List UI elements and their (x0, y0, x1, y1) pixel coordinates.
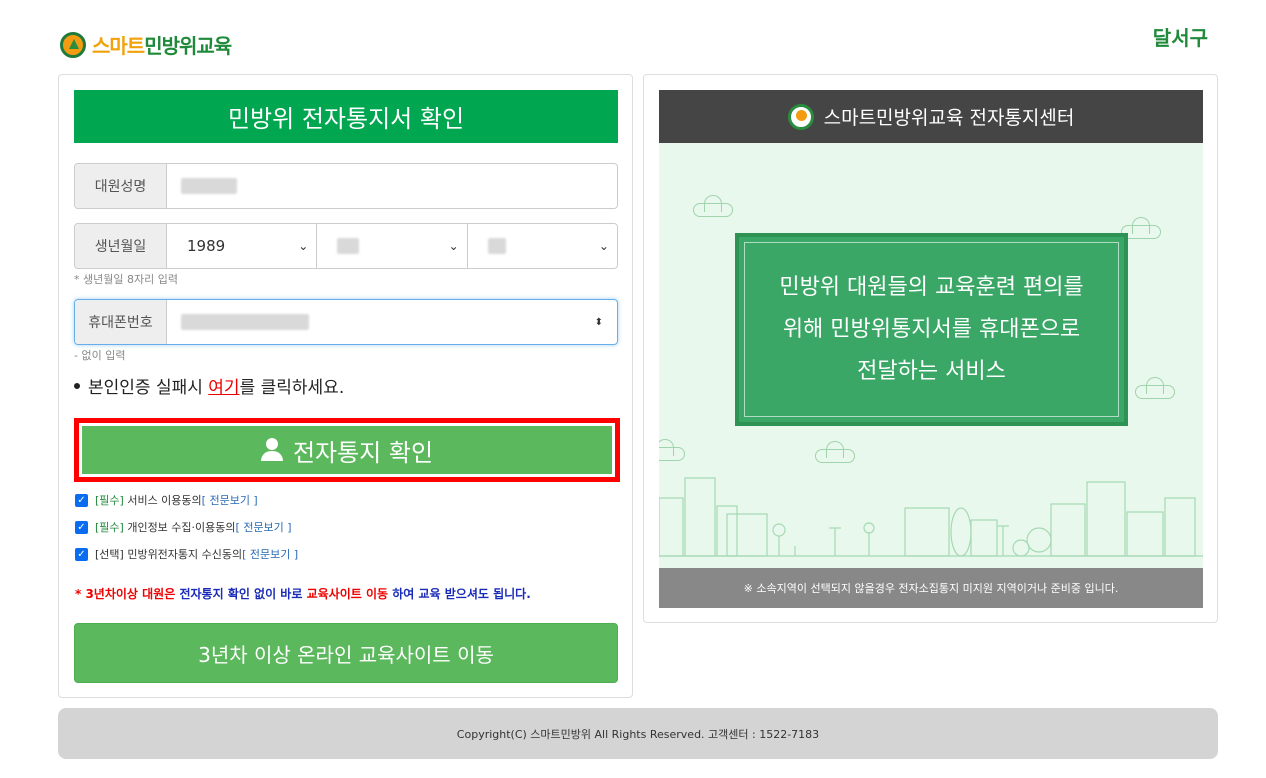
consent-privacy[interactable]: ✓ [필수] 개인정보 수집·이용동의[ 전문보기 ] (75, 519, 292, 535)
birth-year-value: 1989 (187, 237, 226, 255)
info-header: 스마트민방위교육 전자통지센터 (659, 90, 1203, 143)
logo-text: 스마트민방위교육 (92, 34, 232, 58)
view-terms-link[interactable]: [ 전문보기 ] (202, 494, 258, 507)
chevron-down-icon: ⌄ (448, 239, 459, 253)
consent-service[interactable]: ✓ [필수] 서비스 이용동의[ 전문보기 ] (75, 492, 258, 508)
online-education-button[interactable]: 3년차 이상 온라인 교육사이트 이동 (74, 623, 618, 683)
chevron-down-icon: ⌄ (598, 239, 609, 253)
info-panel: 스마트민방위교육 전자통지센터 민방위 대원들의 교육훈련 편의를 위해 민방위… (643, 74, 1218, 623)
region-notice: ※ 소속지역이 선택되지 않을경우 전자소집통지 미지원 지역이거나 준비중 입… (659, 568, 1203, 608)
phone-input[interactable]: ⬍ (167, 300, 617, 344)
birth-row: 생년월일 1989 ⌄ ⌄ ⌄ (74, 223, 618, 269)
name-row: 대원성명 (74, 163, 618, 209)
third-year-notice: * 3년차이상 대원은 전자통지 확인 없이 바로 교육사이트 이동 하여 교육… (75, 587, 531, 601)
cloud-icon (815, 441, 855, 463)
checkbox-checked-icon[interactable]: ✓ (75, 520, 88, 534)
district-name: 달서구 (1152, 26, 1208, 50)
birth-month-select[interactable]: ⌄ (317, 224, 468, 268)
view-terms-link[interactable]: [ 전문보기 ] (236, 521, 292, 534)
birth-day-select[interactable]: ⌄ (468, 224, 617, 268)
birth-label: 생년월일 (75, 224, 167, 268)
phone-label: 휴대폰번호 (75, 300, 167, 344)
civil-defense-logo-icon (787, 103, 814, 130)
service-illustration: 민방위 대원들의 교육훈련 편의를 위해 민방위통지서를 휴대폰으로 전달하는 … (659, 143, 1203, 568)
bullet-icon (74, 382, 80, 389)
masked-month (337, 238, 360, 254)
page-footer: Copyright(C) 스마트민방위 All Rights Reserved.… (58, 708, 1218, 759)
civil-defense-logo-icon (60, 31, 86, 58)
confirm-button-highlight: 전자통지 확인 (74, 418, 620, 482)
masked-day (487, 238, 506, 254)
service-description: 민방위 대원들의 교육훈련 편의를 위해 민방위통지서를 휴대폰으로 전달하는 … (744, 242, 1119, 417)
birth-year-select[interactable]: 1989 ⌄ (167, 224, 318, 268)
birth-hint: * 생년월일 8자리 입력 (74, 273, 178, 286)
auth-failure-note: 본인인증 실패시 여기를 클릭하세요. (74, 373, 344, 398)
masked-phone (181, 314, 309, 330)
notice-check-panel: 민방위 전자통지서 확인 대원성명 생년월일 1989 ⌄ ⌄ ⌄ * 생년월일 … (58, 74, 633, 698)
consent-notification[interactable]: ✓ [선택] 민방위전자통지 수신동의[ 전문보기 ] (75, 546, 298, 562)
phone-row: 휴대폰번호 ⬍ (74, 299, 618, 345)
name-label: 대원성명 (75, 164, 167, 208)
cloud-icon (1135, 377, 1175, 399)
service-description-box: 민방위 대원들의 교육훈련 편의를 위해 민방위통지서를 휴대폰으로 전달하는 … (735, 233, 1128, 426)
phone-hint: - 없이 입력 (74, 349, 126, 362)
cloud-icon (693, 195, 733, 217)
auth-retry-link[interactable]: 여기 (208, 378, 239, 398)
chevron-down-icon: ⌄ (298, 239, 309, 253)
masked-name (181, 178, 237, 194)
user-icon (260, 438, 283, 462)
city-skyline-icon (659, 477, 1203, 557)
form-title: 민방위 전자통지서 확인 (74, 90, 618, 143)
site-logo[interactable]: 스마트민방위교육 (60, 30, 232, 59)
confirm-notice-button[interactable]: 전자통지 확인 (82, 426, 612, 474)
cloud-icon (659, 439, 685, 461)
spinner-icon[interactable]: ⬍ (595, 317, 603, 328)
name-input[interactable] (167, 164, 617, 208)
checkbox-checked-icon[interactable]: ✓ (75, 547, 88, 561)
checkbox-checked-icon[interactable]: ✓ (75, 493, 88, 507)
view-terms-link[interactable]: [ 전문보기 ] (242, 548, 298, 561)
info-title: 스마트민방위교육 전자통지센터 (823, 107, 1075, 129)
